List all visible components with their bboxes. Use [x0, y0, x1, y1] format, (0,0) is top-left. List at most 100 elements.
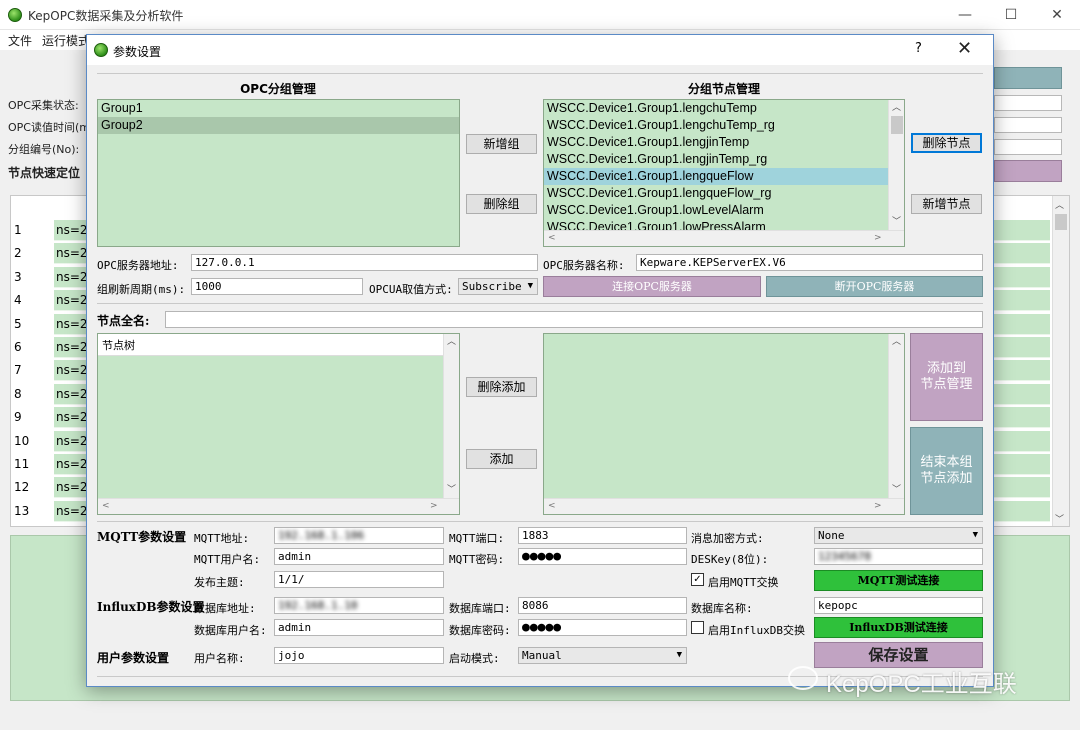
- node-item[interactable]: WSCC.Device1.Group1.lengjinTemp: [544, 134, 888, 151]
- add-button[interactable]: 添加: [466, 449, 537, 469]
- influxdb-enable-label: 启用InfluxDB交换: [708, 624, 805, 637]
- scroll-up-icon[interactable]: ︿: [447, 334, 456, 347]
- node-tree-panel[interactable]: 节点树 ︿ ﹀ < >: [97, 333, 460, 515]
- add-node-button[interactable]: 新增节点: [911, 194, 982, 214]
- mqtt-address-label: MQTT地址:: [194, 532, 250, 545]
- db-address-input[interactable]: 192.168.1.10: [274, 597, 444, 614]
- db-user-input[interactable]: admin: [274, 619, 444, 636]
- delete-node-button[interactable]: 删除节点: [911, 133, 982, 153]
- refresh-period-label: 组刷新周期(ms):: [97, 283, 186, 296]
- scroll-right-icon[interactable]: >: [430, 501, 438, 511]
- scroll-up-icon[interactable]: ︿: [1055, 198, 1064, 211]
- scroll-right-icon[interactable]: >: [874, 233, 882, 243]
- node-list-vscroll[interactable]: ︿ ﹀: [888, 100, 904, 230]
- dialog-title: 参数设置: [113, 45, 162, 59]
- scroll-up-icon[interactable]: ︿: [892, 334, 901, 347]
- opcua-mode-select[interactable]: Subscribe ▼: [458, 278, 538, 295]
- add-panel-vscroll[interactable]: ︿ ﹀: [888, 334, 904, 498]
- menu-run-mode[interactable]: 运行模式: [42, 32, 90, 49]
- group-item-selected[interactable]: Group2: [98, 117, 459, 134]
- opc-address-input[interactable]: 127.0.0.1: [191, 254, 538, 271]
- scroll-left-icon[interactable]: <: [548, 501, 556, 511]
- table-row-number: 7: [14, 363, 22, 378]
- node-item[interactable]: WSCC.Device1.Group1.lengchuTemp_rg: [544, 117, 888, 134]
- add-panel-hscroll[interactable]: < >: [544, 498, 904, 514]
- close-icon[interactable]: ✕: [1034, 4, 1080, 26]
- app-logo-icon: [8, 8, 22, 22]
- user-name-input[interactable]: jojo: [274, 647, 444, 664]
- mqtt-address-input[interactable]: 192.168.1.106: [274, 527, 444, 544]
- opc-name-input[interactable]: Kepware.KEPServerEX.V6: [636, 254, 983, 271]
- connect-opc-button[interactable]: 连接OPC服务器: [543, 276, 761, 297]
- tree-hscroll[interactable]: < >: [98, 498, 459, 514]
- encrypt-mode-select[interactable]: None ▼: [814, 527, 983, 544]
- db-address-label: 数据库地址:: [194, 602, 256, 615]
- bg-teal-button[interactable]: [994, 67, 1062, 89]
- deskey-label: DESKey(8位):: [691, 553, 769, 566]
- scroll-right-icon[interactable]: >: [874, 501, 882, 511]
- scroll-down-icon[interactable]: ﹀: [892, 482, 901, 495]
- mqtt-test-button[interactable]: MQTT测试连接: [814, 570, 983, 591]
- mqtt-password-input[interactable]: ●●●●●: [518, 548, 687, 565]
- opcua-mode-value: Subscribe: [462, 280, 522, 293]
- disconnect-opc-button[interactable]: 断开OPC服务器: [766, 276, 983, 297]
- add-group-button[interactable]: 新增组: [466, 134, 537, 154]
- delete-group-button[interactable]: 删除组: [466, 194, 537, 214]
- scroll-left-icon[interactable]: <: [548, 233, 556, 243]
- dialog-close-icon[interactable]: ✕: [957, 38, 972, 59]
- db-password-input[interactable]: ●●●●●: [518, 619, 687, 636]
- topic-input[interactable]: 1/1/: [274, 571, 444, 588]
- mqtt-port-input[interactable]: 1883: [518, 527, 687, 544]
- bg-purple-button[interactable]: [994, 160, 1062, 182]
- table-row-number: 4: [14, 293, 22, 308]
- influxdb-enable-checkbox[interactable]: [691, 621, 704, 634]
- node-item-selected[interactable]: WSCC.Device1.Group1.lengqueFlow: [544, 168, 888, 185]
- node-item[interactable]: WSCC.Device1.Group1.lengchuTemp: [544, 100, 888, 117]
- mqtt-section-label: MQTT参数设置: [97, 530, 187, 544]
- scroll-thumb[interactable]: [891, 116, 903, 134]
- mqtt-user-input[interactable]: admin: [274, 548, 444, 565]
- node-tree-root[interactable]: 节点树: [98, 334, 443, 356]
- scroll-thumb[interactable]: [1055, 214, 1067, 230]
- add-to-node-manage-button[interactable]: 添加到 节点管理: [910, 333, 983, 421]
- node-fullname-input[interactable]: [165, 311, 983, 328]
- table-row-number: 10: [14, 433, 30, 448]
- node-list[interactable]: WSCC.Device1.Group1.lengchuTemp WSCC.Devi…: [543, 99, 905, 247]
- influxdb-test-button[interactable]: InfluxDB测试连接: [814, 617, 983, 638]
- help-icon[interactable]: ?: [915, 41, 922, 56]
- main-window-title: KepOPC数据采集及分析软件: [28, 9, 184, 23]
- node-item[interactable]: WSCC.Device1.Group1.lowLevelAlarm: [544, 202, 888, 219]
- start-mode-value: Manual: [522, 649, 562, 662]
- scroll-up-icon[interactable]: ︿: [892, 100, 901, 113]
- opcua-mode-label: OPCUA取值方式:: [369, 283, 453, 296]
- opc-status-label: OPC采集状态:: [8, 99, 79, 112]
- db-port-input[interactable]: 8086: [518, 597, 687, 614]
- menu-file[interactable]: 文件: [8, 32, 32, 49]
- table-scrollbar[interactable]: ︿ ﹀: [1052, 196, 1069, 526]
- scroll-left-icon[interactable]: <: [102, 501, 110, 511]
- scroll-down-icon[interactable]: ﹀: [447, 482, 456, 495]
- group-list[interactable]: Group1 Group2: [97, 99, 460, 247]
- dropdown-icon: ▼: [972, 530, 978, 540]
- table-row-number: 6: [14, 340, 22, 354]
- start-mode-select[interactable]: Manual ▼: [518, 647, 687, 664]
- scroll-down-icon[interactable]: ﹀: [1055, 512, 1064, 525]
- maximize-icon[interactable]: ☐: [988, 4, 1034, 26]
- db-name-input[interactable]: kepopc: [814, 597, 983, 614]
- mqtt-enable-checkbox[interactable]: ✓: [691, 573, 704, 586]
- refresh-period-input[interactable]: 1000: [191, 278, 363, 295]
- group-item[interactable]: Group1: [98, 100, 459, 117]
- finish-group-add-button[interactable]: 结束本组 节点添加: [910, 427, 983, 515]
- tree-vscroll[interactable]: ︿ ﹀: [443, 334, 459, 498]
- dialog-logo-icon: [94, 43, 108, 57]
- node-add-panel[interactable]: ︿ ﹀ < >: [543, 333, 905, 515]
- bg-status-field: [994, 95, 1062, 111]
- minimize-icon[interactable]: —: [942, 4, 988, 26]
- scroll-down-icon[interactable]: ﹀: [892, 214, 901, 227]
- dropdown-icon: ▼: [676, 650, 682, 660]
- remove-add-button[interactable]: 删除添加: [466, 377, 537, 397]
- deskey-input[interactable]: 12345678: [814, 548, 983, 565]
- node-item[interactable]: WSCC.Device1.Group1.lengjinTemp_rg: [544, 151, 888, 168]
- node-item[interactable]: WSCC.Device1.Group1.lengqueFlow_rg: [544, 185, 888, 202]
- node-list-hscroll[interactable]: < >: [544, 230, 904, 246]
